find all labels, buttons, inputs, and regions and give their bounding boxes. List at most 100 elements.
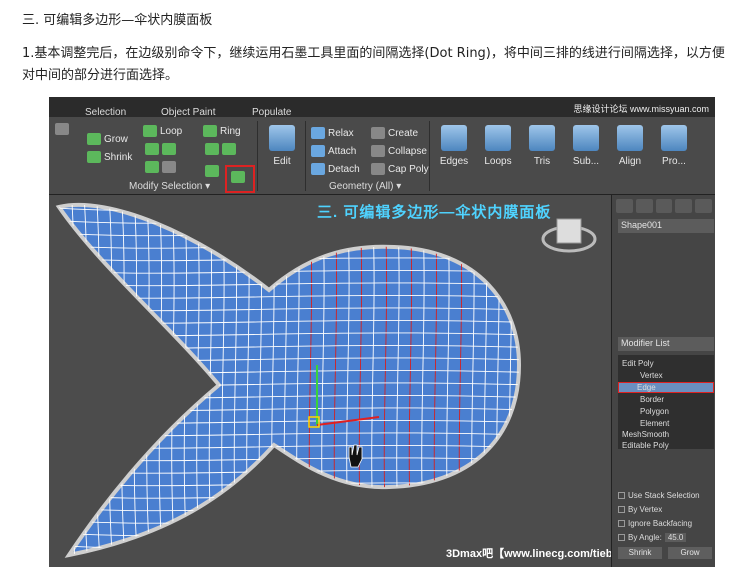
properties-icon [661, 125, 687, 151]
subdivision-icon [573, 125, 599, 151]
detach-icon [311, 163, 325, 175]
loop-button[interactable]: Loop [143, 125, 182, 137]
loops-button[interactable]: Loops [477, 121, 519, 179]
use-stack-selection-label: Use Stack Selection [628, 491, 700, 500]
cap-poly-icon [371, 163, 385, 175]
relax-button[interactable]: Relax [311, 127, 354, 139]
ring-mode-icon [205, 165, 219, 177]
edges-label: Edges [439, 156, 469, 167]
modifier-list-dropdown[interactable]: Modifier List [618, 337, 714, 351]
subdivision-label: Sub... [572, 156, 600, 167]
stack-item-edit-poly[interactable]: Edit Poly [622, 359, 654, 368]
stack-item-polygon[interactable]: Polygon [640, 407, 669, 416]
ribbon-divider [429, 121, 430, 191]
subobj-icons[interactable] [55, 123, 69, 135]
tris-label: Tris [533, 156, 551, 167]
mesh-shell [55, 202, 522, 558]
stack-item-element[interactable]: Element [640, 419, 669, 428]
tris-button[interactable]: Tris [521, 121, 563, 179]
object-name-field[interactable]: Shape001 [618, 219, 714, 233]
stack-item-editable-poly[interactable]: Editable Poly [622, 441, 669, 450]
cap-poly-button[interactable]: Cap Poly [371, 163, 429, 175]
create-icon [371, 127, 385, 139]
loop-options-button[interactable] [145, 161, 176, 173]
dropdown-icon [162, 161, 176, 173]
mesh-edge [83, 204, 89, 555]
stack-item-border[interactable]: Border [640, 395, 664, 404]
align-button[interactable]: Align [609, 121, 651, 179]
properties-button[interactable]: Pro... [653, 121, 695, 179]
ignore-backfacing-label: Ignore Backfacing [628, 519, 693, 528]
ring-options-button[interactable] [205, 165, 219, 177]
panel-tabs[interactable] [616, 199, 712, 213]
collapse-icon [371, 145, 385, 157]
ring-grow-button[interactable] [205, 143, 236, 155]
ribbon-divider [305, 121, 306, 191]
detach-button[interactable]: Detach [311, 163, 360, 175]
cap-poly-label: Cap Poly [388, 163, 429, 175]
ignore-backfacing-checkbox[interactable]: Ignore Backfacing [618, 519, 692, 528]
hand-cursor-icon [348, 444, 363, 468]
viewcube-icon[interactable] [541, 218, 597, 253]
grow-stack-button[interactable]: Grow [668, 547, 712, 559]
by-angle-checkbox[interactable]: By Angle: 45.0 [618, 533, 687, 542]
loops-icon [485, 125, 511, 151]
geometry-all-label[interactable]: Geometry (All) ▾ [329, 181, 401, 192]
grow-label: Grow [104, 133, 128, 145]
modify-selection-label[interactable]: Modify Selection ▾ [129, 181, 210, 192]
attach-icon [311, 145, 325, 157]
edges-button[interactable]: Edges [433, 121, 475, 179]
minus-icon [162, 143, 176, 155]
relax-icon [311, 127, 325, 139]
attach-button[interactable]: Attach [311, 145, 356, 157]
subdivision-button[interactable]: Sub... [565, 121, 607, 179]
loop-grow-button[interactable] [145, 143, 176, 155]
ring-button[interactable]: Ring [203, 125, 241, 137]
attach-label: Attach [328, 145, 357, 157]
article-paragraph: 1.基本调整完后，在边级别命令下，继续运用石墨工具里面的间隔选择(Dot Rin… [22, 46, 725, 83]
forum-watermark: 思缘设计论坛 www.missyuan.com [573, 104, 709, 114]
mesh-svg [55, 202, 597, 558]
create-label: Create [388, 127, 419, 139]
grow-button[interactable]: Grow [87, 133, 128, 145]
plus-icon [145, 143, 159, 155]
create-button[interactable]: Create [371, 127, 418, 139]
loops-label: Loops [484, 156, 512, 167]
ring-icon [203, 125, 217, 137]
bottom-watermark: 3Dmax吧【www.linecg.com/tieba/1771】 [446, 548, 611, 560]
by-vertex-checkbox[interactable]: By Vertex [618, 505, 662, 514]
plus-icon [205, 143, 219, 155]
viewport-title: 三. 可编辑多边形—伞状内膜面板 [317, 204, 552, 221]
stack-item-edge[interactable]: Edge [618, 382, 714, 393]
stack-item-vertex[interactable]: Vertex [640, 371, 663, 380]
modifier-stack[interactable]: Edit Poly Vertex Edge Border Polygon Ele… [618, 355, 714, 450]
loop-icon [143, 125, 157, 137]
shrink-button[interactable]: Shrink [87, 151, 132, 163]
perspective-viewport[interactable]: 三. 可编辑多边形—伞状内膜面板 3Dmax吧【www.linecg.com/t… [49, 195, 611, 567]
shrink-stack-button[interactable]: Shrink [618, 547, 662, 559]
edit-button[interactable]: Edit [261, 121, 303, 179]
shrink-icon [87, 151, 101, 163]
ribbon-tab-strip: Selection Object Paint Populate 思缘设计论坛 w… [49, 97, 715, 118]
relax-label: Relax [328, 127, 354, 139]
shrink-label: Shrink [104, 151, 133, 163]
edit-label: Edit [273, 156, 291, 167]
stack-item-meshsmooth[interactable]: MeshSmooth [622, 430, 669, 439]
by-angle-value[interactable]: 45.0 [664, 533, 687, 542]
edit-subobj-icon [55, 123, 69, 135]
minus-icon [222, 143, 236, 155]
dot-ring-icon [231, 171, 245, 183]
graphite-ribbon: Grow Shrink Loop Ring Modify Selection ▾… [49, 117, 715, 195]
mesh-edge [59, 204, 64, 555]
dot-ring-button[interactable] [231, 171, 245, 183]
align-label: Align [618, 156, 642, 167]
tris-icon [529, 125, 555, 151]
use-stack-selection-checkbox[interactable]: Use Stack Selection [618, 491, 700, 500]
collapse-button[interactable]: Collapse [371, 145, 427, 157]
ring-label: Ring [220, 125, 241, 137]
align-icon [617, 125, 643, 151]
grow-icon [87, 133, 101, 145]
edges-icon [441, 125, 467, 151]
loop-label: Loop [160, 125, 183, 137]
properties-label: Pro... [662, 156, 686, 167]
